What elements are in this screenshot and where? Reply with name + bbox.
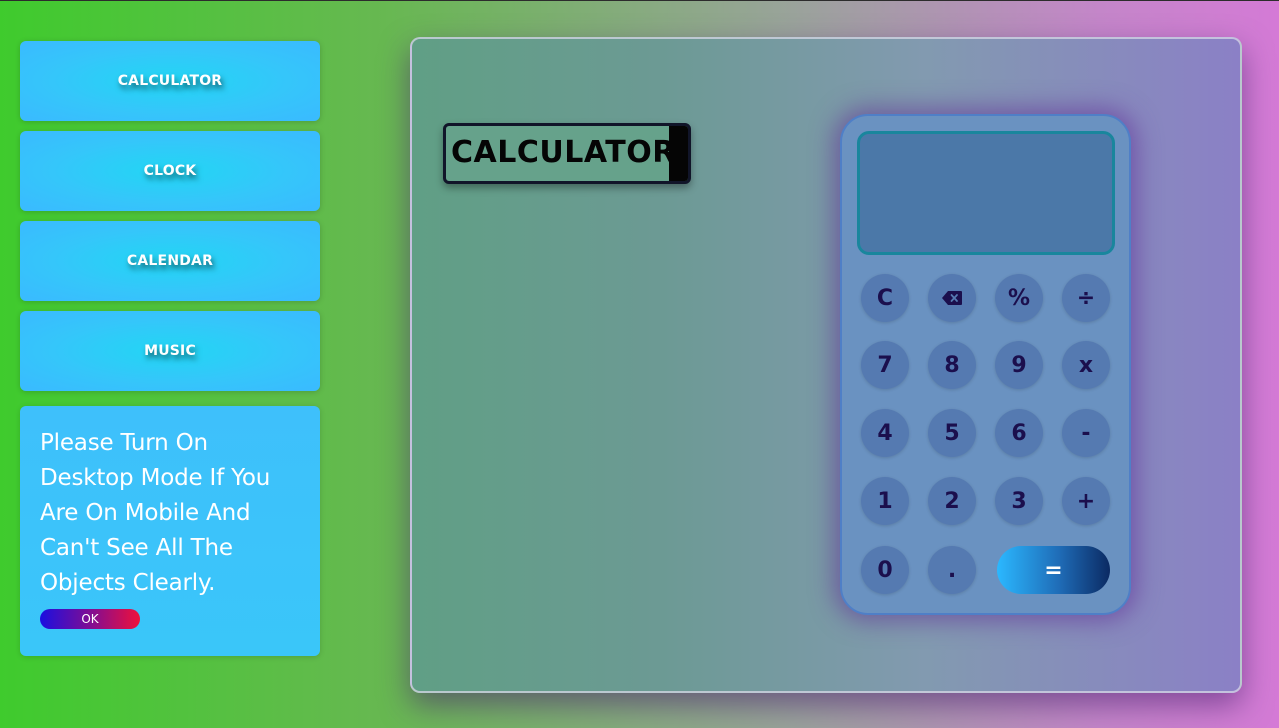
sidebar-item-label: CALCULATOR bbox=[117, 73, 223, 89]
digit-5-button[interactable]: 5 bbox=[928, 409, 976, 457]
notice-message: Please Turn On Desktop Mode If You Are O… bbox=[40, 430, 271, 596]
multiply-button[interactable]: x bbox=[1062, 341, 1110, 389]
ok-button[interactable]: OK bbox=[40, 609, 140, 629]
decimal-button[interactable]: . bbox=[928, 546, 976, 594]
sidebar-item-clock[interactable]: CLOCK bbox=[20, 131, 320, 211]
digit-8-button[interactable]: 8 bbox=[928, 341, 976, 389]
sidebar-item-label: MUSIC bbox=[144, 343, 196, 359]
sidebar-item-label: CLOCK bbox=[143, 163, 197, 179]
divide-button[interactable]: ÷ bbox=[1062, 274, 1110, 322]
calculator-display bbox=[857, 131, 1115, 255]
clear-button[interactable]: C bbox=[861, 274, 909, 322]
page-title-box: CALCULATOR bbox=[443, 123, 691, 184]
digit-9-button[interactable]: 9 bbox=[995, 341, 1043, 389]
sidebar-item-label: CALENDAR bbox=[126, 253, 214, 269]
add-button[interactable]: + bbox=[1062, 477, 1110, 525]
digit-4-button[interactable]: 4 bbox=[861, 409, 909, 457]
digit-1-button[interactable]: 1 bbox=[861, 477, 909, 525]
backspace-button[interactable] bbox=[928, 274, 976, 322]
digit-6-button[interactable]: 6 bbox=[995, 409, 1043, 457]
sidebar-item-calculator[interactable]: CALCULATOR bbox=[20, 41, 320, 121]
percent-button[interactable]: % bbox=[995, 274, 1043, 322]
sidebar-item-calendar[interactable]: CALENDAR bbox=[20, 221, 320, 301]
desktop-mode-notice: Please Turn On Desktop Mode If You Are O… bbox=[20, 406, 320, 656]
digit-0-button[interactable]: 0 bbox=[861, 546, 909, 594]
equals-button[interactable]: = bbox=[997, 546, 1110, 594]
digit-7-button[interactable]: 7 bbox=[861, 341, 909, 389]
digit-2-button[interactable]: 2 bbox=[928, 477, 976, 525]
backspace-icon bbox=[942, 291, 962, 305]
subtract-button[interactable]: - bbox=[1062, 409, 1110, 457]
sidebar-item-music[interactable]: MUSIC bbox=[20, 311, 320, 391]
page-title: CALCULATOR bbox=[451, 135, 676, 170]
top-border bbox=[0, 0, 1279, 1]
title-cursor-block bbox=[669, 126, 688, 181]
digit-3-button[interactable]: 3 bbox=[995, 477, 1043, 525]
